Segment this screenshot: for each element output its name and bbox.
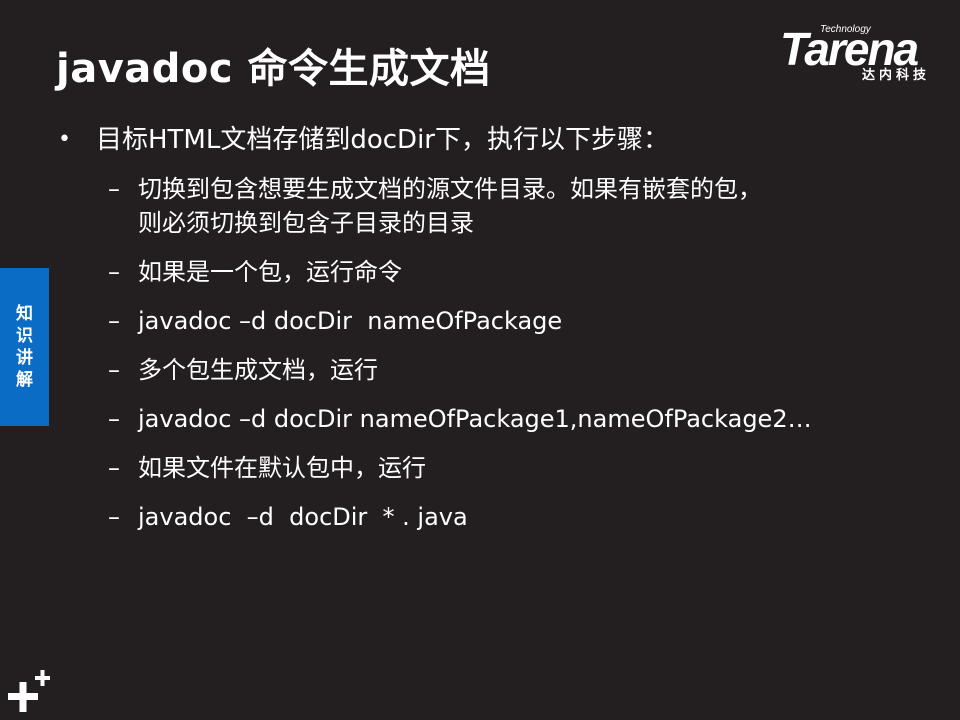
plus-icon (8, 670, 50, 712)
slide-title: javadoc 命令生成文档 (56, 46, 491, 92)
list-item-text: 如果是一个包，运行命令 (138, 258, 402, 286)
side-tab: 知识讲解 (0, 268, 49, 426)
list-item: – javadoc –d docDir nameOfPackage1,nameO… (108, 402, 928, 436)
dash-marker: – (108, 258, 120, 286)
main-bullet-text: 目标HTML文档存储到docDir下，执行以下步骤： (96, 125, 669, 155)
dash-marker: – (108, 503, 120, 531)
list-item-text: javadoc –d docDir nameOfPackage (138, 307, 563, 335)
sub-bullet-list: – 切换到包含想要生成文档的源文件目录。如果有嵌套的包， 则必须切换到包含子目录… (108, 172, 928, 549)
list-item-text: 切换到包含想要生成文档的源文件目录。如果有嵌套的包， 则必须切换到包含子目录的目… (138, 175, 762, 237)
list-item: – 如果文件在默认包中，运行 (108, 451, 928, 485)
list-item: – 如果是一个包，运行命令 (108, 255, 928, 289)
list-item-text: javadoc –d docDir * . java (138, 503, 468, 531)
tarena-logo: Technology Tarena 达内科技 (780, 20, 948, 84)
list-item: – javadoc –d docDir * . java (108, 500, 928, 534)
list-item: – 切换到包含想要生成文档的源文件目录。如果有嵌套的包， 则必须切换到包含子目录… (108, 172, 928, 240)
main-bullet: • 目标HTML文档存储到docDir下，执行以下步骤： (58, 120, 938, 160)
dash-marker: – (108, 175, 120, 203)
list-item-text: 多个包生成文档，运行 (138, 356, 378, 384)
dash-marker: – (108, 356, 120, 384)
list-item: – javadoc –d docDir nameOfPackage (108, 304, 928, 338)
logo-chinese-name: 达内科技 (862, 68, 931, 83)
list-item-text: javadoc –d docDir nameOfPackage1,nameOfP… (138, 405, 812, 433)
dash-marker: – (108, 405, 120, 433)
bullet-marker: • (58, 127, 71, 152)
list-item-text: 如果文件在默认包中，运行 (138, 454, 426, 482)
side-tab-label: 知识讲解 (16, 304, 33, 390)
dash-marker: – (108, 454, 120, 482)
list-item: – 多个包生成文档，运行 (108, 353, 928, 387)
dash-marker: – (108, 307, 120, 335)
